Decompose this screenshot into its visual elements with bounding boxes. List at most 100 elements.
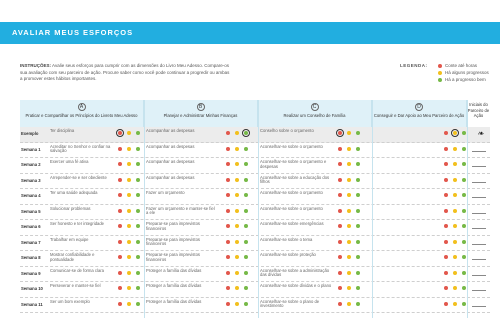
red-dot-icon[interactable] bbox=[338, 146, 342, 151]
red-dot-icon[interactable] bbox=[118, 208, 122, 213]
yellow-dot-icon[interactable] bbox=[235, 131, 239, 135]
green-dot-icon[interactable] bbox=[136, 286, 140, 290]
red-dot-icon[interactable] bbox=[444, 162, 448, 166]
initials-field[interactable] bbox=[472, 181, 486, 183]
green-dot-icon[interactable] bbox=[356, 193, 360, 197]
red-dot-icon[interactable] bbox=[118, 146, 122, 151]
green-dot-icon[interactable] bbox=[356, 239, 360, 244]
yellow-dot-icon[interactable] bbox=[235, 239, 239, 244]
green-dot-icon[interactable] bbox=[244, 286, 248, 290]
initials-field[interactable] bbox=[472, 274, 486, 276]
green-dot-icon[interactable] bbox=[356, 146, 360, 151]
red-dot-icon[interactable] bbox=[118, 193, 122, 197]
green-dot-icon[interactable] bbox=[462, 131, 466, 135]
red-dot-icon[interactable] bbox=[226, 177, 230, 182]
green-dot-icon[interactable] bbox=[244, 208, 248, 213]
red-dot-icon[interactable] bbox=[444, 193, 448, 197]
green-dot-icon[interactable] bbox=[462, 286, 466, 290]
red-dot-icon[interactable] bbox=[444, 177, 448, 182]
red-dot-icon[interactable] bbox=[118, 255, 122, 259]
red-dot-icon[interactable] bbox=[338, 193, 342, 197]
yellow-dot-icon[interactable] bbox=[453, 177, 457, 182]
yellow-dot-icon[interactable] bbox=[453, 208, 457, 213]
initials-field[interactable] bbox=[472, 166, 486, 167]
red-dot-icon[interactable] bbox=[444, 270, 448, 275]
green-dot-icon[interactable] bbox=[136, 131, 140, 135]
yellow-dot-icon[interactable] bbox=[347, 193, 351, 197]
green-dot-icon[interactable] bbox=[462, 208, 466, 213]
green-dot-icon[interactable] bbox=[462, 255, 466, 259]
initials-field[interactable] bbox=[472, 305, 486, 307]
red-dot-icon[interactable] bbox=[444, 208, 448, 213]
green-dot-icon[interactable] bbox=[136, 270, 140, 275]
yellow-dot-icon[interactable] bbox=[127, 162, 131, 166]
yellow-dot-icon[interactable] bbox=[453, 301, 457, 306]
green-dot-icon[interactable] bbox=[462, 224, 466, 228]
green-dot-icon[interactable] bbox=[244, 193, 248, 197]
red-dot-icon[interactable] bbox=[226, 193, 230, 197]
yellow-dot-icon[interactable] bbox=[347, 270, 351, 275]
green-dot-icon[interactable] bbox=[462, 162, 466, 166]
red-dot-icon[interactable] bbox=[444, 239, 448, 244]
yellow-dot-icon[interactable] bbox=[127, 270, 131, 275]
red-dot-icon[interactable] bbox=[226, 162, 230, 166]
yellow-dot-icon[interactable] bbox=[235, 301, 239, 306]
red-dot-icon[interactable] bbox=[118, 301, 122, 306]
yellow-dot-icon[interactable] bbox=[127, 146, 131, 151]
yellow-dot-icon[interactable] bbox=[453, 224, 457, 228]
red-dot-icon[interactable] bbox=[226, 286, 230, 290]
red-dot-icon[interactable] bbox=[118, 239, 122, 244]
green-dot-icon[interactable] bbox=[136, 301, 140, 306]
red-dot-icon[interactable] bbox=[226, 270, 230, 275]
red-dot-icon[interactable] bbox=[338, 224, 342, 228]
green-dot-icon[interactable] bbox=[244, 301, 248, 306]
green-dot-icon[interactable] bbox=[244, 255, 248, 259]
red-dot-icon[interactable] bbox=[338, 270, 342, 275]
green-dot-icon[interactable] bbox=[244, 146, 248, 151]
green-dot-icon[interactable] bbox=[462, 177, 466, 182]
yellow-dot-icon[interactable] bbox=[127, 208, 131, 213]
yellow-dot-icon[interactable] bbox=[347, 224, 351, 228]
green-dot-icon[interactable] bbox=[136, 239, 140, 244]
red-dot-icon[interactable] bbox=[226, 255, 230, 259]
green-dot-icon[interactable] bbox=[244, 177, 248, 182]
green-dot-icon[interactable] bbox=[136, 208, 140, 213]
red-dot-icon[interactable] bbox=[118, 177, 122, 182]
yellow-dot-icon[interactable] bbox=[453, 239, 457, 244]
green-dot-icon[interactable] bbox=[136, 162, 140, 166]
red-dot-icon[interactable] bbox=[226, 208, 230, 213]
initials-field[interactable] bbox=[472, 259, 486, 260]
yellow-dot-icon[interactable] bbox=[235, 193, 239, 197]
yellow-dot-icon[interactable] bbox=[127, 301, 131, 306]
yellow-dot-icon[interactable] bbox=[235, 208, 239, 213]
green-dot-icon[interactable] bbox=[356, 131, 360, 135]
yellow-dot-icon[interactable] bbox=[235, 286, 239, 290]
initials-field[interactable] bbox=[472, 228, 486, 229]
red-dot-icon[interactable] bbox=[118, 286, 122, 290]
yellow-dot-icon[interactable] bbox=[127, 177, 131, 182]
red-dot-icon[interactable] bbox=[444, 131, 448, 135]
green-dot-icon[interactable] bbox=[136, 255, 140, 259]
yellow-dot-icon[interactable] bbox=[453, 255, 457, 259]
initials-field[interactable] bbox=[472, 212, 486, 214]
red-dot-icon[interactable] bbox=[226, 239, 230, 244]
green-dot-icon[interactable] bbox=[462, 270, 466, 275]
green-dot-icon[interactable] bbox=[462, 146, 466, 151]
green-dot-icon[interactable] bbox=[136, 177, 140, 182]
red-dot-icon[interactable] bbox=[444, 301, 448, 306]
yellow-dot-icon[interactable] bbox=[347, 239, 351, 244]
green-dot-icon[interactable] bbox=[356, 255, 360, 259]
green-dot-icon[interactable] bbox=[244, 270, 248, 275]
green-dot-icon[interactable] bbox=[462, 193, 466, 197]
red-dot-icon[interactable] bbox=[226, 224, 230, 228]
green-dot-icon[interactable] bbox=[136, 193, 140, 197]
yellow-dot-icon[interactable] bbox=[453, 270, 457, 275]
red-dot-icon[interactable] bbox=[444, 224, 448, 228]
green-dot-icon[interactable] bbox=[136, 146, 140, 151]
red-dot-icon[interactable] bbox=[338, 301, 342, 306]
green-dot-icon[interactable] bbox=[356, 270, 360, 275]
red-dot-icon[interactable] bbox=[444, 146, 448, 151]
yellow-dot-icon[interactable] bbox=[453, 162, 457, 166]
green-dot-icon[interactable] bbox=[242, 129, 250, 137]
green-dot-icon[interactable] bbox=[356, 208, 360, 213]
